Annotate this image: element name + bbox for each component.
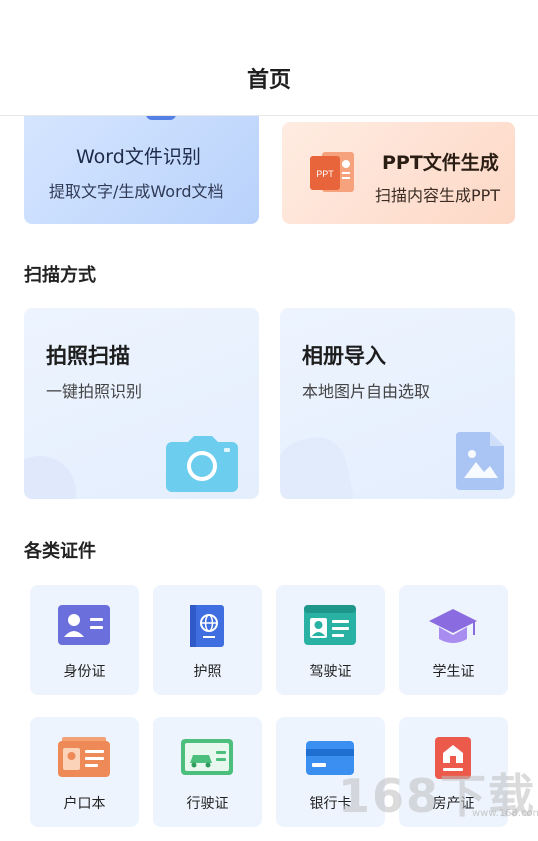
word-card-subtitle: 提取文字/生成Word文档 xyxy=(49,182,224,201)
ppt-file-icon: PPT xyxy=(310,152,354,192)
album-import-card[interactable]: 相册导入 本地图片自由选取 xyxy=(280,308,515,499)
decor-blob xyxy=(24,456,76,499)
app-header: 首页 xyxy=(0,0,538,116)
photo-scan-title: 拍照扫描 xyxy=(46,344,130,368)
album-import-title: 相册导入 xyxy=(302,344,386,368)
id-tile-student-card[interactable]: 学生证 xyxy=(399,585,508,695)
ppt-card-subtitle: 扫描内容生成PPT xyxy=(375,186,501,205)
decor-blob xyxy=(280,431,359,499)
id-card-icon xyxy=(58,605,110,645)
ppt-card-title: PPT文件生成 xyxy=(382,152,499,174)
id-section-title: 各类证件 xyxy=(24,541,96,562)
graduation-cap-icon xyxy=(429,609,477,643)
id-tile-label: 驾驶证 xyxy=(309,664,352,680)
ppt-icon-label: PPT xyxy=(316,169,334,179)
word-card-title: Word文件识别 xyxy=(76,146,201,168)
id-tile-label: 行驶证 xyxy=(186,796,229,812)
scan-section-title: 扫描方式 xyxy=(24,265,96,286)
album-import-subtitle: 本地图片自由选取 xyxy=(302,382,431,401)
id-tile-driver-license[interactable]: 驾驶证 xyxy=(276,585,385,695)
photo-scan-card[interactable]: 拍照扫描 一键拍照识别 xyxy=(24,308,259,499)
id-tile-label: 学生证 xyxy=(432,664,475,680)
id-tile-vehicle-license[interactable]: 行驶证 xyxy=(153,717,262,827)
camera-icon xyxy=(166,436,238,492)
driver-license-icon xyxy=(304,605,356,645)
id-tile-label: 护照 xyxy=(193,664,222,680)
word-recognition-card[interactable]: Word文件识别 提取文字/生成Word文档 xyxy=(24,100,259,224)
page-title: 首页 xyxy=(246,68,291,93)
vehicle-license-icon xyxy=(181,739,233,775)
id-tile-label: 户口本 xyxy=(63,796,106,812)
passport-icon xyxy=(190,605,224,647)
image-file-icon xyxy=(456,432,504,490)
photo-scan-subtitle: 一键拍照识别 xyxy=(46,382,143,401)
household-register-icon xyxy=(58,737,110,777)
ppt-generate-card[interactable]: PPT PPT文件生成 扫描内容生成PPT xyxy=(282,122,515,224)
id-tile-passport[interactable]: 护照 xyxy=(153,585,262,695)
id-tile-label: 身份证 xyxy=(63,664,106,680)
id-tile-id-card[interactable]: 身份证 xyxy=(30,585,139,695)
id-tile-household-register[interactable]: 户口本 xyxy=(30,717,139,827)
site-watermark-url: www.168.com xyxy=(472,808,538,819)
